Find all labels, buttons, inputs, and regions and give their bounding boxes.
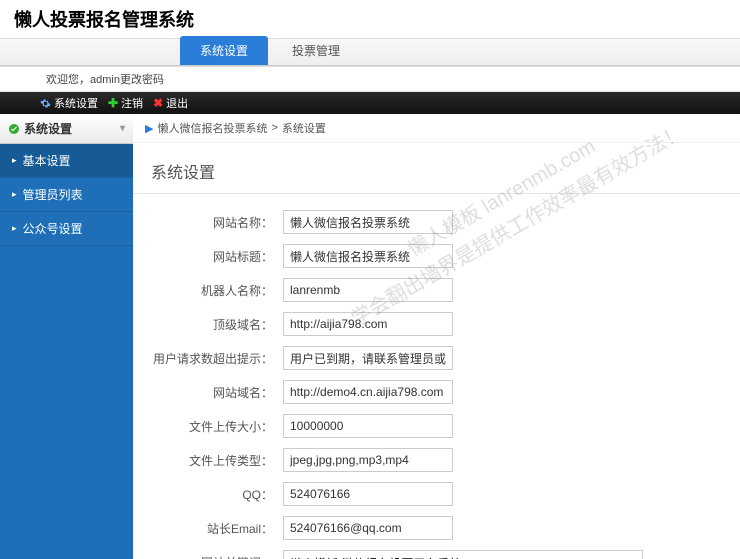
gear-icon xyxy=(40,98,51,109)
toolbar-register-label: 注销 xyxy=(121,95,143,111)
chevron-down-icon: ▾ xyxy=(120,123,125,134)
label-site-title: 网站标题： xyxy=(153,248,283,265)
sidebar-title: 系统设置 xyxy=(24,120,72,137)
input-robot-name[interactable] xyxy=(283,278,453,302)
input-file-types[interactable] xyxy=(283,448,453,472)
label-keywords: 网站关键词： xyxy=(153,550,283,559)
toolbar: 系统设置 ✚ 注销 ✖ 退出 xyxy=(0,92,740,114)
toolbar-logout-label: 退出 xyxy=(166,95,188,111)
input-site-title[interactable] xyxy=(283,244,453,268)
app-logo: 懒人投票报名管理系统 xyxy=(0,0,740,38)
label-top-domain: 顶级域名： xyxy=(153,316,283,333)
label-email: 站长Email： xyxy=(153,520,283,537)
sidebar-item-basic-settings[interactable]: ▸ 基本设置 xyxy=(0,144,133,178)
input-overflow-tip[interactable] xyxy=(283,346,453,370)
label-overflow-tip: 用户请求数超出提示： xyxy=(153,350,283,367)
breadcrumb-current: 系统设置 xyxy=(282,120,326,136)
breadcrumb-root[interactable]: 懒人微信报名投票系统 xyxy=(157,120,267,136)
toolbar-logout[interactable]: ✖ 退出 xyxy=(153,95,188,111)
input-site-domain[interactable] xyxy=(283,380,453,404)
input-file-size[interactable] xyxy=(283,414,453,438)
main-tabs: 系统设置 投票管理 xyxy=(0,38,740,66)
label-robot-name: 机器人名称： xyxy=(153,282,283,299)
breadcrumb: ▶ 懒人微信报名投票系统 > 系统设置 xyxy=(133,114,740,143)
arrow-right-icon: ▸ xyxy=(12,223,17,234)
sidebar-item-admin-list[interactable]: ▸ 管理员列表 xyxy=(0,178,133,212)
label-file-size: 文件上传大小： xyxy=(153,418,283,435)
check-icon xyxy=(8,123,20,135)
sidebar-item-label: 公众号设置 xyxy=(23,220,83,237)
breadcrumb-arrow-icon: ▶ xyxy=(145,122,153,135)
sidebar: 系统设置 ▾ ▸ 基本设置 ▸ 管理员列表 ▸ 公众号设置 xyxy=(0,114,133,559)
toolbar-settings[interactable]: 系统设置 xyxy=(40,95,98,111)
tab-system-settings[interactable]: 系统设置 xyxy=(180,36,268,65)
input-top-domain[interactable] xyxy=(283,312,453,336)
toolbar-settings-label: 系统设置 xyxy=(54,95,98,111)
divider xyxy=(133,193,740,194)
page-title: 系统设置 xyxy=(133,143,740,193)
input-keywords[interactable] xyxy=(283,550,643,559)
welcome-message: 欢迎您，admin更改密码 xyxy=(0,67,740,92)
settings-form: 网站名称： 网站标题： 机器人名称： 顶级域名： 用户请求数超出提示： 网站域名… xyxy=(133,210,740,559)
sidebar-header[interactable]: 系统设置 ▾ xyxy=(0,114,133,144)
label-site-domain: 网站域名： xyxy=(153,384,283,401)
sidebar-item-label: 管理员列表 xyxy=(23,186,83,203)
arrow-right-icon: ▸ xyxy=(12,155,17,166)
sidebar-item-label: 基本设置 xyxy=(23,152,71,169)
tab-vote-management[interactable]: 投票管理 xyxy=(272,36,360,65)
breadcrumb-separator: > xyxy=(271,122,277,134)
sidebar-item-wechat-settings[interactable]: ▸ 公众号设置 xyxy=(0,212,133,246)
label-qq: QQ： xyxy=(153,486,283,503)
content-area: ▶ 懒人微信报名投票系统 > 系统设置 系统设置 网站名称： 网站标题： 机器人… xyxy=(133,114,740,559)
input-email[interactable] xyxy=(283,516,453,540)
input-qq[interactable] xyxy=(283,482,453,506)
label-file-types: 文件上传类型： xyxy=(153,452,283,469)
input-site-name[interactable] xyxy=(283,210,453,234)
x-icon: ✖ xyxy=(153,96,163,110)
arrow-right-icon: ▸ xyxy=(12,189,17,200)
toolbar-register[interactable]: ✚ 注销 xyxy=(108,95,143,111)
label-site-name: 网站名称： xyxy=(153,214,283,231)
plus-icon: ✚ xyxy=(108,96,118,110)
